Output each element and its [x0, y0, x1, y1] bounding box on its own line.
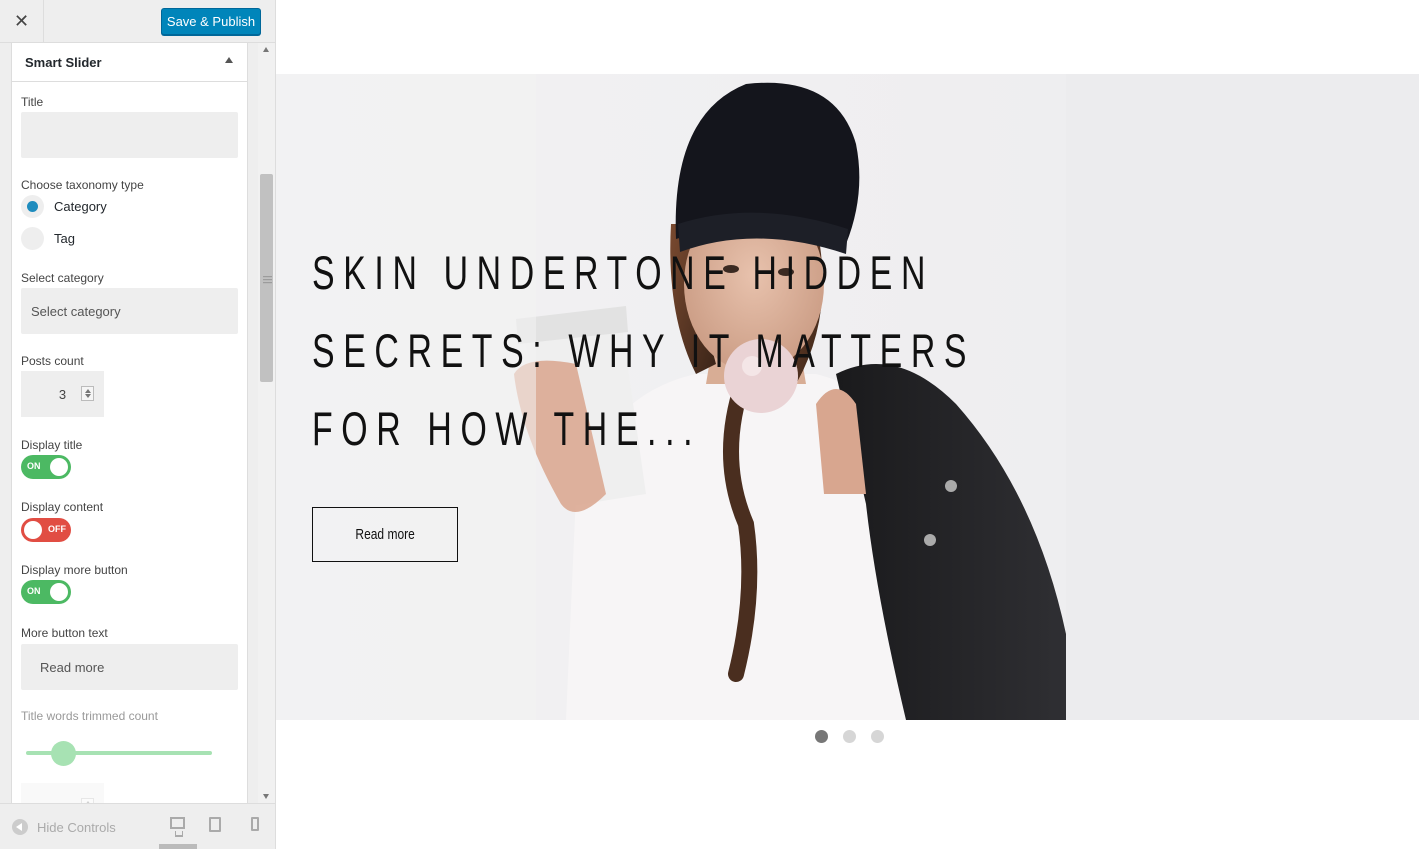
radio-label: Category	[54, 199, 107, 214]
save-publish-button[interactable]: Save & Publish	[161, 8, 261, 35]
posts-count-label: Posts count	[21, 354, 84, 368]
collapse-arrow-icon[interactable]	[225, 57, 233, 63]
toggle-knob	[50, 458, 68, 476]
hide-controls-label: Hide Controls	[37, 819, 116, 835]
desktop-icon[interactable]	[170, 817, 185, 837]
scroll-down-arrow-icon[interactable]	[263, 794, 269, 799]
toggle-state: ON	[27, 461, 41, 471]
title-trim-slider-handle[interactable]	[51, 741, 76, 766]
close-icon: ✕	[13, 11, 30, 31]
slide-title[interactable]: SKIN UNDERTONE HIDDEN SECRETS: WHY IT MA…	[312, 234, 1032, 468]
display-more-button-toggle[interactable]: ON	[21, 580, 71, 604]
customizer-header: ✕ Save & Publish	[0, 0, 275, 43]
title-trim-stepper[interactable]	[21, 783, 104, 803]
toggle-state: OFF	[48, 524, 66, 534]
read-more-label: Read more	[355, 526, 415, 543]
toggle-knob	[24, 521, 42, 539]
more-button-text-input[interactable]: Read more	[21, 644, 238, 690]
spinner-arrows-icon[interactable]	[81, 386, 94, 401]
select-category-label: Select category	[21, 271, 104, 285]
active-device-indicator	[159, 844, 197, 849]
slider-dot-3[interactable]	[871, 730, 884, 743]
category-select[interactable]: Select category	[21, 288, 238, 334]
slider-slide: SKIN UNDERTONE HIDDEN SECRETS: WHY IT MA…	[276, 74, 1419, 720]
read-more-button[interactable]: Read more	[312, 507, 458, 562]
mobile-icon[interactable]	[251, 817, 259, 831]
site-preview: SKIN UNDERTONE HIDDEN SECRETS: WHY IT MA…	[276, 0, 1419, 849]
hide-controls-button[interactable]: Hide Controls	[12, 819, 116, 835]
panel-scrollbar[interactable]: — — —	[258, 43, 275, 803]
title-trim-label: Title words trimmed count	[21, 709, 158, 723]
close-customizer-button[interactable]: ✕	[0, 0, 44, 43]
section-title: Smart Slider	[25, 54, 102, 70]
display-title-toggle[interactable]: ON	[21, 455, 71, 479]
title-label: Title	[21, 95, 44, 109]
radio-label: Tag	[54, 231, 75, 246]
toggle-knob	[50, 583, 68, 601]
slider-pagination	[815, 730, 884, 743]
display-content-toggle[interactable]: OFF	[21, 518, 71, 542]
posts-count-stepper[interactable]: 3	[21, 371, 104, 417]
display-more-button-label: Display more button	[21, 563, 128, 577]
collapse-icon	[12, 819, 28, 835]
taxonomy-type-label: Choose taxonomy type	[21, 178, 144, 192]
more-button-text-label: More button text	[21, 626, 108, 640]
customizer-sidebar: ✕ Save & Publish Smart Slider Title Choo…	[0, 0, 276, 849]
radio-button[interactable]	[21, 227, 44, 250]
radio-option-tag[interactable]: Tag	[21, 227, 75, 250]
widget-panel: Smart Slider Title Choose taxonomy type …	[11, 43, 248, 803]
radio-option-category[interactable]: Category	[21, 195, 107, 218]
title-input[interactable]	[21, 112, 238, 158]
display-content-label: Display content	[21, 500, 104, 514]
slider-dot-1[interactable]	[815, 730, 828, 743]
customizer-footer: Hide Controls	[0, 803, 275, 849]
scrollbar-thumb[interactable]: — — —	[260, 174, 273, 382]
toggle-state: ON	[27, 586, 41, 596]
display-title-label: Display title	[21, 438, 83, 452]
scroll-up-arrow-icon[interactable]	[263, 47, 269, 52]
slider-dot-2[interactable]	[843, 730, 856, 743]
grip-icon: — — —	[263, 271, 272, 287]
radio-button-selected[interactable]	[21, 195, 44, 218]
tablet-icon[interactable]	[209, 817, 221, 832]
posts-count-value: 3	[58, 386, 67, 402]
section-header-smart-slider[interactable]: Smart Slider	[12, 43, 247, 82]
